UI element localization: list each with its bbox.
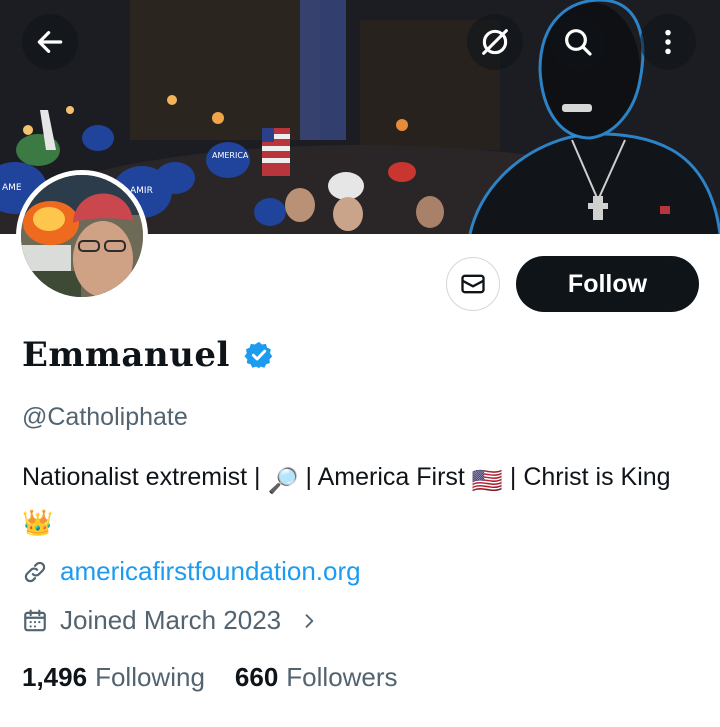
website-row: americafirstfoundation.org bbox=[22, 556, 361, 587]
chevron-right-icon bbox=[305, 613, 314, 628]
website-link[interactable]: americafirstfoundation.org bbox=[60, 556, 361, 587]
search-icon bbox=[565, 29, 592, 56]
more-vertical-icon bbox=[665, 29, 671, 55]
mail-icon bbox=[461, 274, 485, 294]
magnifier-emoji: 🔎 bbox=[267, 467, 299, 495]
follow-stats: 1,496 Following 660 Followers bbox=[22, 662, 398, 693]
svg-text:AMERICA: AMERICA bbox=[212, 151, 249, 160]
search-button[interactable] bbox=[550, 14, 606, 70]
joined-row[interactable]: Joined March 2023 bbox=[22, 605, 319, 636]
verified-badge-icon[interactable] bbox=[244, 340, 274, 370]
us-flag-emoji: 🇺🇸 bbox=[471, 467, 503, 495]
arrow-left-icon bbox=[37, 31, 63, 53]
follow-button[interactable]: Follow bbox=[516, 256, 699, 312]
bio-text-3: | Christ is King bbox=[502, 463, 671, 491]
followers-link[interactable]: 660 Followers bbox=[235, 662, 398, 693]
profile-bio: Nationalist extremist | 🔎 | America Firs… bbox=[22, 458, 707, 542]
slashed-circle-icon bbox=[482, 29, 508, 55]
more-button[interactable] bbox=[640, 14, 696, 70]
followers-count: 660 bbox=[234, 662, 279, 692]
grok-button[interactable] bbox=[467, 14, 523, 70]
back-button[interactable] bbox=[22, 14, 78, 70]
svg-text:AME: AME bbox=[2, 183, 22, 193]
crown-emoji: 👑 bbox=[22, 509, 54, 537]
user-handle: @Catholiphate bbox=[22, 403, 188, 431]
bio-text-1: Nationalist extremist | bbox=[22, 463, 268, 491]
display-name: Emmanuel bbox=[22, 335, 230, 375]
bio-text-2: | America First bbox=[298, 463, 472, 491]
message-button[interactable] bbox=[446, 257, 500, 311]
calendar-icon bbox=[24, 609, 46, 631]
following-count: 1,496 bbox=[22, 662, 88, 692]
joined-date: Joined March 2023 bbox=[60, 605, 282, 635]
following-label: Following bbox=[95, 662, 205, 692]
avatar[interactable] bbox=[16, 170, 148, 302]
followers-label: Followers bbox=[286, 662, 398, 692]
display-name-row: Emmanuel bbox=[22, 335, 274, 375]
link-icon bbox=[24, 561, 46, 582]
following-link[interactable]: 1,496 Following bbox=[22, 662, 205, 693]
avatar-image bbox=[21, 175, 143, 297]
